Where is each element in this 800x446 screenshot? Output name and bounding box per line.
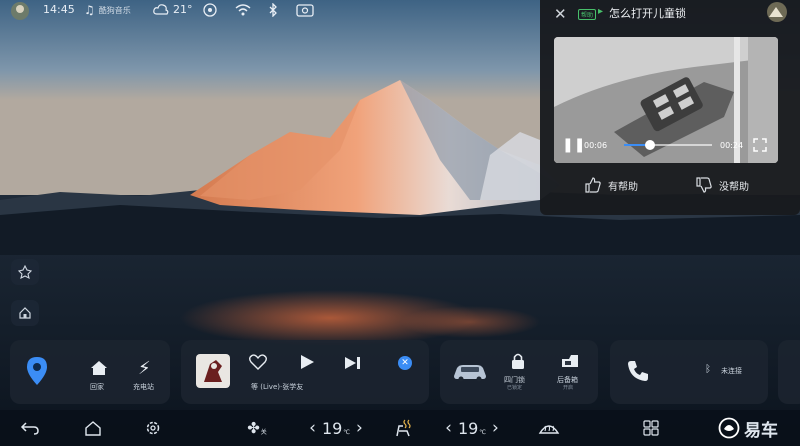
helpful-label: 有帮助 [608,181,638,193]
play-icon [301,355,314,369]
next-track-icon [345,357,360,369]
fullscreen-icon[interactable] [753,137,767,156]
back-button[interactable] [15,410,45,446]
windshield-defrost-icon [538,425,560,434]
play-button[interactable] [299,354,315,374]
temperature-text: 21° [173,3,193,16]
home-button[interactable] [78,410,108,446]
next-card-edge[interactable] [778,340,800,404]
fan-icon: ✤ [247,419,260,437]
helpful-button[interactable]: 有帮助 [584,176,638,194]
seat-heat-icon [396,419,411,437]
right-temperature-control: ‹ 19 ℃ › [432,410,512,446]
left-temp-decrease[interactable]: ‹ [309,418,316,438]
popup-title: 怎么打开儿童锁 [609,7,686,20]
home-nav-label: 回家 [90,383,104,391]
music-note-icon: ♫ [84,3,95,17]
video-progress-track[interactable] [624,140,712,150]
home-icon [19,307,31,319]
right-temp-decrease[interactable]: ‹ [445,418,452,438]
charging-station-icon[interactable]: ⚡ [138,358,151,379]
music-card: ✕ 等 (Live)·张学友 [181,340,429,404]
seat-heating-button[interactable] [385,410,421,446]
apps-grid-button[interactable] [638,410,664,446]
left-temp-unit: ℃ [343,428,351,436]
right-temp-unit: ℃ [479,428,487,436]
trunk-status: 开启 [563,385,574,391]
music-app-close-icon[interactable]: ✕ [398,356,412,370]
favorite-heart-icon[interactable] [249,354,267,374]
status-bar: 14:45 ♫ 酷狗音乐 21° [0,0,540,22]
not-helpful-label: 没帮助 [719,181,749,193]
album-art[interactable] [196,354,230,388]
weather-status[interactable]: 21° [153,3,193,16]
screen-icon[interactable] [296,3,314,17]
home-shortcut-button[interactable] [11,300,39,326]
map-pin-icon[interactable] [26,356,48,390]
pause-icon[interactable]: ❚❚ [562,137,585,153]
home-nav-button[interactable] [90,360,108,380]
bluetooth-small-icon: ᛒ [705,364,711,375]
door-lock-status: 已锁定 [507,385,523,391]
vehicle-control-card: 四门锁 已锁定 后备箱 开启 [440,340,598,404]
left-temp-increase[interactable]: › [356,418,363,438]
charging-station-label: 充电站 [133,383,154,391]
bluetooth-icon [268,3,278,17]
help-badge: 帮助 [578,9,597,20]
defrost-button[interactable] [534,410,564,446]
gear-icon [146,421,160,435]
right-temp-increase[interactable]: › [492,418,499,438]
music-status[interactable]: ♫ 酷狗音乐 [84,3,131,17]
play-indicator-icon: ▸ [598,6,604,17]
thumbs-down-icon [696,177,712,193]
close-icon[interactable]: ✕ [554,5,567,23]
weather-cloud-icon [153,4,169,15]
pin-button[interactable] [11,259,39,285]
video-player[interactable]: ❚❚ 00:06 00:24 [554,37,778,163]
avatar-icon[interactable] [10,1,30,21]
fan-button[interactable]: ✤ 关 [240,410,274,446]
settings-button[interactable] [138,410,168,446]
next-track-button[interactable] [344,355,362,374]
pin-icon [18,265,32,279]
bottom-control-bar: ✤ 关 ‹ 19 ℃ › ‹ 19 ℃ › 易车 [0,410,800,446]
fan-label: 关 [260,428,267,436]
not-helpful-button[interactable]: 没帮助 [695,176,749,194]
wifi-icon [235,3,251,16]
right-temp-value: 19 [457,418,479,438]
lock-icon [512,353,524,369]
home-icon [85,420,101,436]
left-temp-value: 19 [321,418,343,438]
mountain-avatar-icon [766,1,788,27]
video-current-time: 00:06 [584,141,608,150]
watermark-logo: 易车 [700,410,796,446]
help-video-popup: ✕ 帮助 ▸ 怎么打开儿童锁 ❚❚ 00:06 00:24 有帮助 没帮助 [540,0,800,215]
clock: 14:45 [43,3,75,16]
phone-card: ᛒ 未连接 [610,340,768,404]
back-arrow-icon [20,422,39,435]
trunk-button[interactable] [561,353,579,373]
video-total-time: 00:24 [720,141,744,150]
watermark-text: 易车 [744,420,778,441]
music-app-label: 酷狗音乐 [98,5,131,15]
phone-icon[interactable] [626,359,650,387]
navigation-card: 回家 ⚡ 充电站 [10,340,170,404]
yiche-logo-icon [718,417,740,439]
trunk-icon [562,355,578,367]
left-temperature-control: ‹ 19 ℃ › [296,410,376,446]
home-icon [91,361,107,375]
door-lock-button[interactable] [511,353,525,373]
song-label: 等 (Live)·张学友 [251,383,304,391]
car-thumbnail-icon[interactable] [452,360,488,386]
time-text: 14:45 [43,3,75,16]
grid-icon [643,420,659,436]
thumbs-up-icon [585,177,601,193]
signal-icon [202,3,218,17]
bluetooth-status-label: 未连接 [721,367,742,375]
